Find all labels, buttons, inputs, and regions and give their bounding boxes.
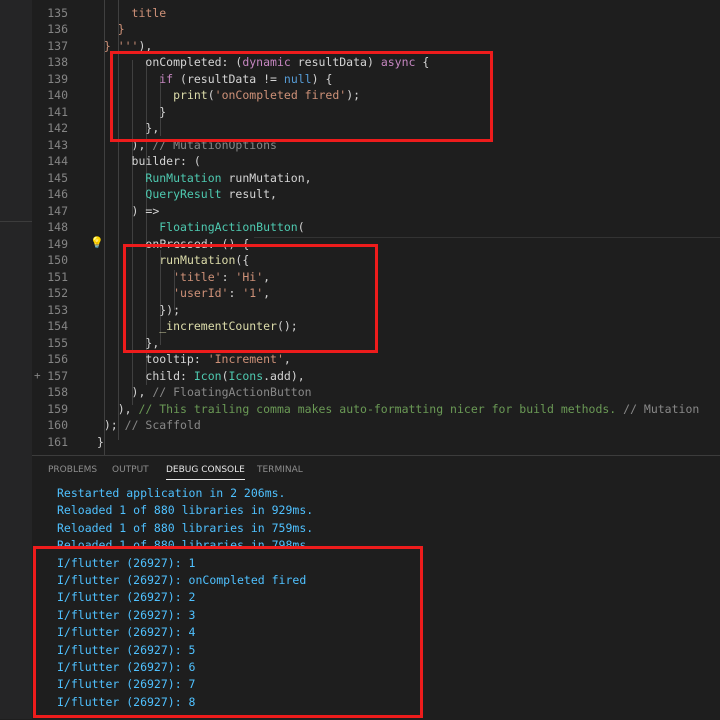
- code-line[interactable]: 145 RunMutation runMutation,: [32, 170, 720, 187]
- code-token: .add),: [263, 368, 305, 383]
- gutter-plus-icon[interactable]: +: [34, 368, 41, 385]
- code-token: title: [131, 5, 167, 20]
- code-line[interactable]: 158 ), // FloatingActionButton: [32, 384, 720, 401]
- code-text: }: [90, 434, 104, 451]
- line-number: 147: [47, 203, 68, 218]
- line-number: 145: [47, 170, 68, 185]
- code-token: // Scaffold: [124, 418, 201, 432]
- tab-terminal[interactable]: TERMINAL: [257, 465, 303, 475]
- code-token: (: [297, 220, 305, 234]
- line-number: 138: [47, 55, 68, 69]
- code-token: (: [221, 368, 229, 383]
- code-text: QueryResult result,: [90, 186, 277, 203]
- code-line[interactable]: 157 + child: Icon(Icons.add),: [32, 368, 720, 385]
- code-token: }: [96, 434, 104, 449]
- code-token: }: [117, 22, 125, 36]
- code-token: builder: (: [131, 154, 201, 168]
- line-number: 140: [47, 88, 68, 102]
- code-line[interactable]: 146 QueryResult result,: [32, 186, 720, 203]
- console-line: Reloaded 1 of 880 libraries in 929ms.: [57, 503, 314, 518]
- code-line[interactable]: 144 builder: (: [32, 153, 720, 170]
- code-token: // This trailing comma makes auto-format…: [138, 401, 617, 416]
- code-token: Icons: [228, 368, 264, 383]
- line-number: 143: [47, 137, 68, 152]
- code-line[interactable]: 148 FloatingActionButton(: [32, 219, 720, 236]
- line-number: 149: [47, 236, 68, 251]
- code-text: ), // FloatingActionButton: [90, 384, 312, 401]
- line-number: 155: [47, 335, 68, 350]
- sidebar-divider: [0, 221, 32, 222]
- code-text: ), // This trailing comma makes auto-for…: [90, 401, 700, 418]
- code-token: child:: [145, 368, 194, 383]
- code-line[interactable]: 136 }: [32, 21, 720, 38]
- code-line[interactable]: 159 ), // This trailing comma makes auto…: [32, 401, 720, 418]
- console-line: Reloaded 1 of 880 libraries in 759ms.: [57, 520, 314, 535]
- code-token: RunMutation: [145, 170, 222, 185]
- code-line[interactable]: 161 }: [32, 434, 720, 451]
- code-token: result,: [221, 187, 277, 201]
- code-token: ),: [117, 401, 139, 416]
- highlight-box-oncompleted: [110, 51, 493, 142]
- line-number: 150: [47, 253, 68, 267]
- line-number: 154: [47, 319, 68, 333]
- line-number: 156: [47, 352, 68, 366]
- code-line[interactable]: 135 title: [32, 5, 720, 22]
- code-text: }: [90, 21, 125, 38]
- code-text: FloatingActionButton(: [90, 219, 305, 236]
- code-token: tooltip:: [145, 352, 208, 366]
- code-text: builder: (: [90, 153, 201, 170]
- code-line[interactable]: 156 tooltip: 'Increment',: [32, 351, 720, 368]
- code-text: ); // Scaffold: [90, 417, 201, 434]
- tab-output[interactable]: OUTPUT: [112, 465, 149, 475]
- code-text: ) =>: [90, 203, 160, 220]
- code-token: QueryResult: [145, 187, 222, 201]
- code-token: runMutation,: [221, 170, 312, 185]
- code-text: RunMutation runMutation,: [90, 170, 312, 187]
- code-token: FloatingActionButton: [159, 220, 298, 234]
- activity-bar: [0, 0, 32, 719]
- code-text: title: [90, 5, 167, 22]
- highlight-box-console-output: [33, 546, 423, 718]
- line-number: 148: [47, 220, 68, 234]
- code-token: );: [103, 418, 125, 432]
- code-token: Icon: [193, 368, 222, 383]
- line-number: 144: [47, 154, 68, 168]
- code-token: // Mutation: [616, 401, 700, 416]
- line-number: 139: [47, 71, 68, 86]
- code-token: // FloatingActionButton: [152, 385, 312, 399]
- code-line[interactable]: 147 ) =>: [32, 203, 720, 220]
- tab-debug-console[interactable]: DEBUG CONSOLE: [166, 465, 245, 480]
- tab-problems[interactable]: PROBLEMS: [48, 465, 97, 475]
- line-number: 159: [47, 401, 68, 416]
- line-number: 158: [47, 385, 68, 399]
- line-number: 151: [47, 269, 68, 284]
- console-line: Restarted application in 2 206ms.: [57, 486, 286, 500]
- line-number: 142: [47, 121, 68, 135]
- line-number: 137: [47, 38, 68, 53]
- panel-tabs: PROBLEMS OUTPUT DEBUG CONSOLE TERMINAL: [32, 456, 720, 486]
- highlight-box-onpressed: [123, 244, 378, 353]
- code-text: child: Icon(Icons.add),: [90, 368, 305, 385]
- code-text: tooltip: 'Increment',: [90, 351, 291, 368]
- code-token: ),: [131, 385, 153, 399]
- line-number: 135: [47, 5, 68, 20]
- line-number: 153: [47, 302, 68, 317]
- line-number: 141: [47, 104, 68, 119]
- code-line[interactable]: 160 ); // Scaffold: [32, 417, 720, 434]
- line-number: 160: [47, 418, 68, 432]
- line-number: 146: [47, 187, 68, 201]
- code-token: ) =>: [131, 203, 160, 218]
- lightbulb-icon[interactable]: 💡: [90, 236, 104, 249]
- line-number: 152: [47, 286, 68, 300]
- line-number: 136: [47, 22, 68, 36]
- code-token: 'Increment': [207, 352, 284, 366]
- line-number: 161: [47, 434, 68, 449]
- code-token: ,: [283, 352, 291, 366]
